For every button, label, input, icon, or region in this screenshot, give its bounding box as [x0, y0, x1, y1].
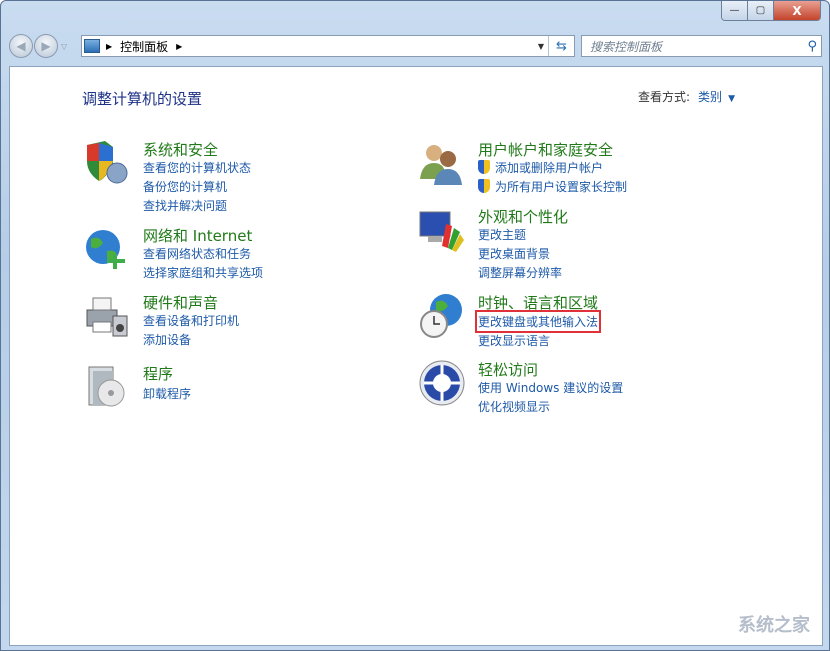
- control-panel-icon: [84, 39, 100, 53]
- search-icon[interactable]: ⚲: [807, 39, 817, 54]
- link-network-status[interactable]: 查看网络状态和任务: [143, 245, 251, 262]
- maximize-button[interactable]: ▢: [748, 1, 774, 20]
- breadcrumb-separator[interactable]: ▶: [176, 42, 182, 51]
- forward-button[interactable]: ▶: [34, 34, 58, 58]
- search-placeholder: 搜索控制面板: [590, 38, 662, 55]
- window-controls: — ▢ X: [721, 1, 821, 21]
- watermark-logo: 系统之家: [738, 611, 810, 637]
- clock-globe-icon: [418, 292, 466, 340]
- chevron-down-icon[interactable]: ▼: [728, 94, 735, 104]
- link-backup-computer[interactable]: 备份您的计算机: [143, 178, 227, 195]
- link-recommended-settings[interactable]: 使用 Windows 建议的设置: [478, 379, 623, 396]
- category-title[interactable]: 网络和 Internet: [143, 225, 252, 246]
- link-parental-controls[interactable]: 为所有用户设置家长控制: [478, 178, 627, 195]
- shield-icon: [83, 139, 131, 187]
- category-title[interactable]: 时钟、语言和区域: [478, 292, 598, 313]
- category-title[interactable]: 用户帐户和家庭安全: [478, 139, 613, 160]
- link-change-keyboard-input[interactable]: 更改键盘或其他输入法: [478, 313, 598, 330]
- view-by-label: 查看方式:: [638, 90, 690, 104]
- link-troubleshoot[interactable]: 查找并解决问题: [143, 197, 227, 214]
- page-title: 调整计算机的设置: [82, 88, 202, 109]
- category-title[interactable]: 轻松访问: [478, 359, 538, 380]
- category-title[interactable]: 程序: [143, 363, 173, 384]
- breadcrumb-separator[interactable]: ▶: [106, 42, 112, 51]
- refresh-button[interactable]: ⇆: [548, 36, 574, 56]
- category-title[interactable]: 外观和个性化: [478, 206, 568, 227]
- link-view-computer-status[interactable]: 查看您的计算机状态: [143, 159, 251, 176]
- link-change-theme[interactable]: 更改主题: [478, 226, 526, 243]
- forward-arrow-icon: ▶: [41, 39, 50, 53]
- search-input[interactable]: 搜索控制面板 ⚲: [581, 35, 822, 57]
- minimize-button[interactable]: —: [722, 1, 748, 20]
- nav-buttons: ◀ ▶ ▽: [9, 33, 67, 59]
- users-icon: [418, 139, 466, 187]
- link-optimize-display[interactable]: 优化视频显示: [478, 398, 550, 415]
- address-bar[interactable]: ▶ 控制面板 ▶ ▼ ⇆: [81, 35, 575, 57]
- breadcrumb-control-panel[interactable]: 控制面板: [120, 38, 168, 55]
- link-devices-printers[interactable]: 查看设备和打印机: [143, 312, 239, 329]
- address-dropdown-icon[interactable]: ▼: [538, 42, 544, 51]
- link-screen-resolution[interactable]: 调整屏幕分辨率: [478, 264, 562, 281]
- view-by: 查看方式: 类别 ▼: [638, 88, 735, 105]
- link-add-remove-accounts[interactable]: 添加或删除用户帐户: [478, 159, 603, 176]
- close-button[interactable]: X: [774, 1, 820, 20]
- recent-pages-dropdown[interactable]: ▽: [61, 42, 67, 51]
- link-homegroup-sharing[interactable]: 选择家庭组和共享选项: [143, 264, 263, 281]
- network-globe-icon: [83, 225, 131, 273]
- back-arrow-icon: ◀: [16, 39, 25, 53]
- link-uninstall-program[interactable]: 卸载程序: [143, 385, 191, 402]
- programs-icon: [83, 363, 131, 411]
- view-by-dropdown[interactable]: 类别: [698, 90, 722, 104]
- ease-of-access-icon: [418, 359, 466, 407]
- control-panel-window: — ▢ X ◀ ▶ ▽ ▶ 控制面板 ▶ ▼ ⇆ 搜索控制面板 ⚲ 调整计算机的…: [0, 0, 830, 651]
- back-button[interactable]: ◀: [9, 34, 33, 58]
- category-title[interactable]: 硬件和声音: [143, 292, 218, 313]
- appearance-icon: [418, 206, 466, 254]
- content-area: 调整计算机的设置 查看方式: 类别 ▼ 系统和安全 查看您的计算机状态 备份您的计算…: [9, 66, 823, 646]
- link-change-display-language[interactable]: 更改显示语言: [478, 332, 550, 349]
- printer-icon: [83, 292, 131, 340]
- link-change-background[interactable]: 更改桌面背景: [478, 245, 550, 262]
- category-title[interactable]: 系统和安全: [143, 139, 218, 160]
- link-add-device[interactable]: 添加设备: [143, 331, 191, 348]
